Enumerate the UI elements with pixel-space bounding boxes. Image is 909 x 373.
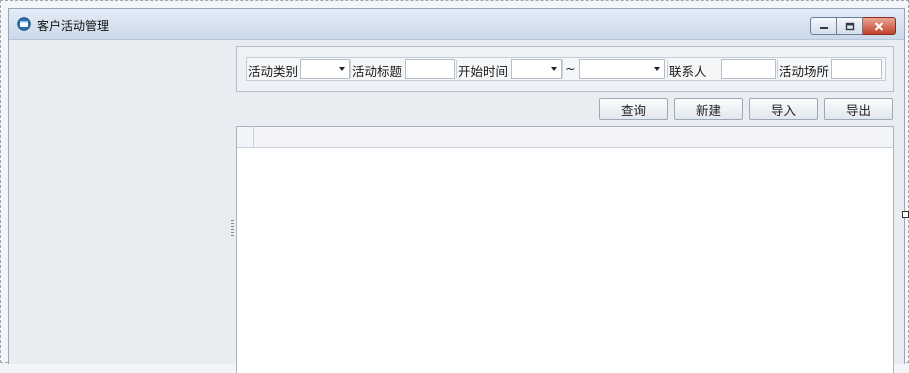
new-button[interactable]: 新建 [674,98,743,120]
divider [667,60,668,78]
minimize-icon [819,27,828,29]
contact-label: 联系人 [669,64,707,79]
resize-handle[interactable] [902,211,909,218]
close-icon [874,21,884,31]
chevron-down-icon [339,67,345,71]
app-window: 客户活动管理 活动类别 活动标题 开始时间 ~ 联系人 活动场所 查询 新建 导… [8,8,905,373]
filter-row: 活动类别 活动标题 开始时间 ~ 联系人 活动场所 [246,57,886,81]
divider [350,60,351,78]
title-bar[interactable]: 客户活动管理 [9,9,904,40]
grid-row-header-corner[interactable] [237,127,254,147]
splitter-handle[interactable] [231,220,234,236]
contact-input[interactable] [721,59,776,79]
range-separator: ~ [565,61,576,76]
venue-input[interactable] [831,59,882,79]
window-controls [810,17,896,35]
start-time-label: 开始时间 [458,64,509,79]
start-time-to-select[interactable] [579,59,665,79]
venue-label: 活动场所 [779,64,830,79]
minimize-button[interactable] [810,17,837,35]
maximize-icon [845,22,854,30]
left-panel [9,40,229,364]
filter-panel: 活动类别 活动标题 开始时间 ~ 联系人 活动场所 [236,46,894,92]
window-title: 客户活动管理 [37,19,110,33]
close-button[interactable] [863,17,896,35]
import-button[interactable]: 导入 [749,98,818,120]
app-window-icon [17,17,31,31]
divider [562,60,563,78]
start-time-from-select[interactable] [511,59,562,79]
divider [456,60,457,78]
activity-type-label: 活动类别 [248,64,299,79]
grid-header [237,127,893,148]
activity-title-input[interactable] [405,59,455,79]
chevron-down-icon [654,67,660,71]
maximize-button[interactable] [837,17,863,35]
chevron-down-icon [551,67,557,71]
query-button[interactable]: 查询 [599,98,668,120]
export-button[interactable]: 导出 [824,98,893,120]
data-grid[interactable] [236,126,894,373]
activity-title-label: 活动标题 [352,64,403,79]
activity-type-select[interactable] [300,59,350,79]
divider [777,60,778,78]
